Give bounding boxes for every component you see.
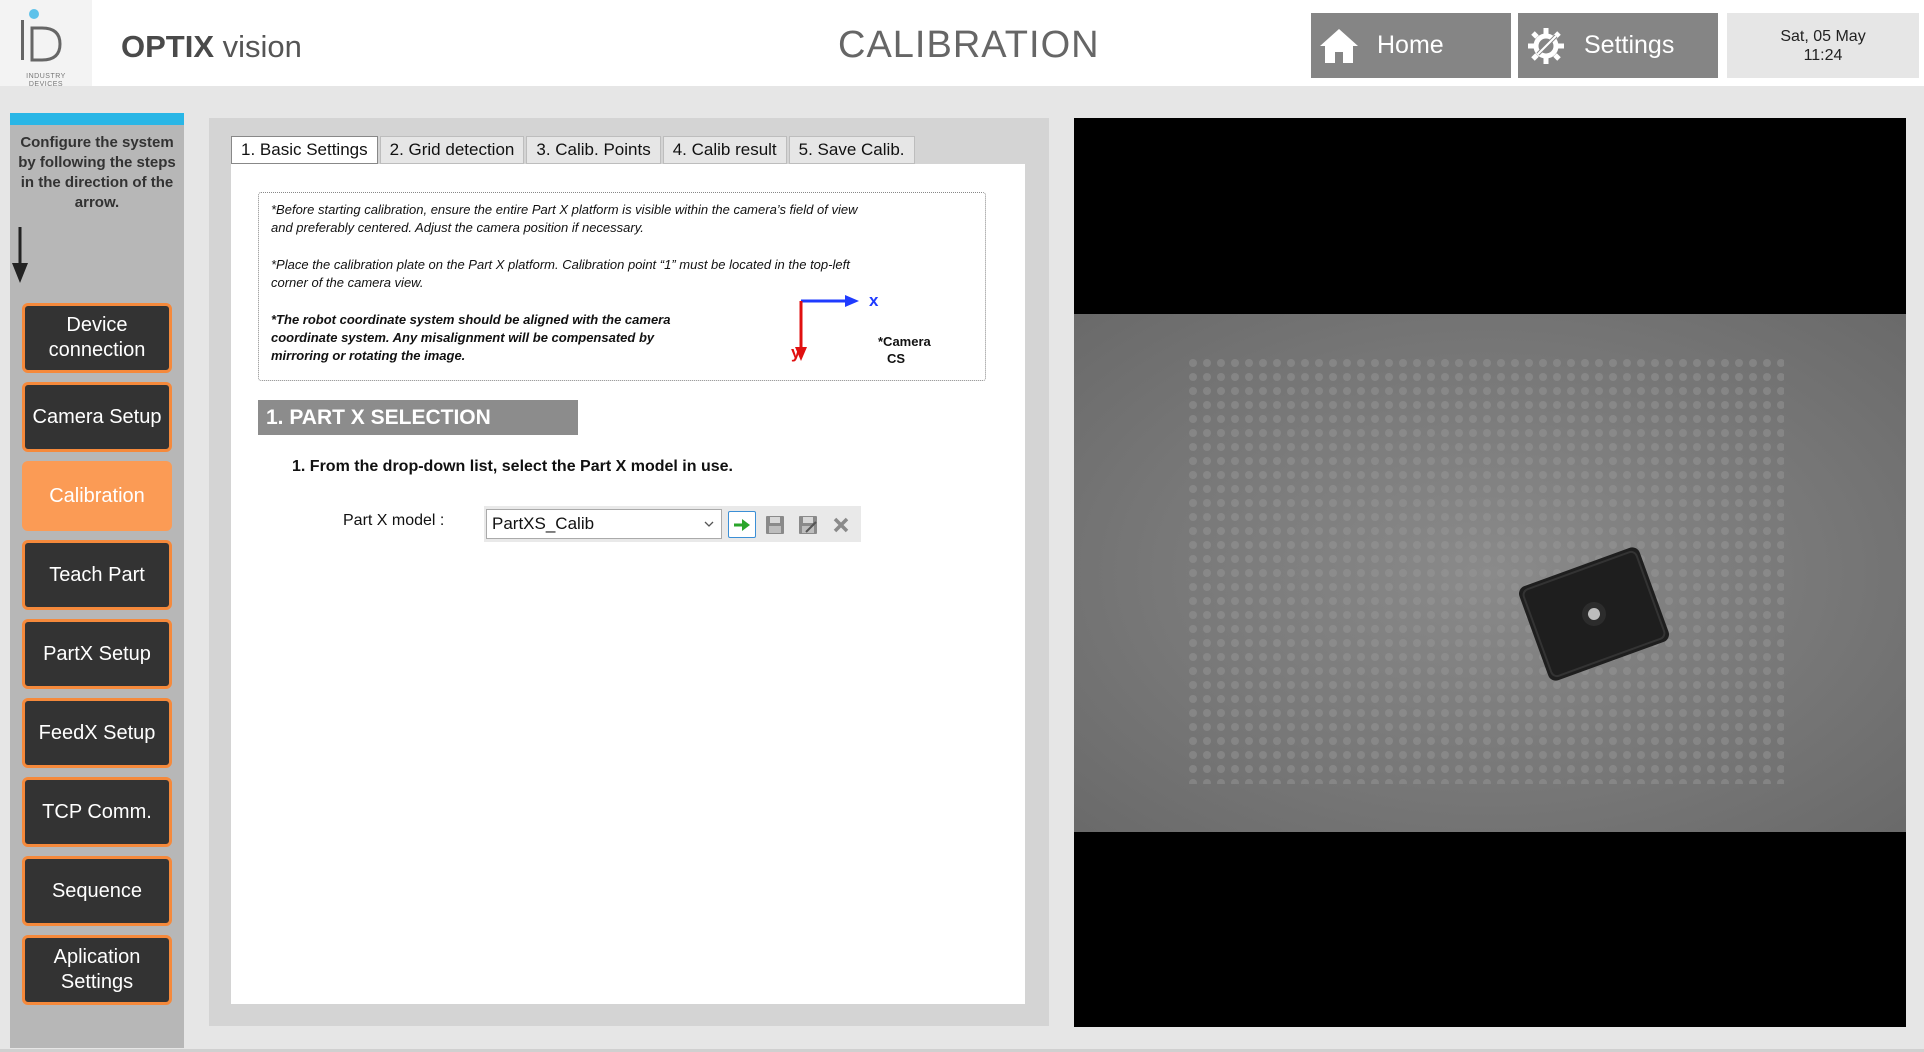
part-model-value: PartXS_Calib (492, 514, 595, 533)
camera-cs-line2: CS (887, 351, 906, 366)
sidebar-item-camera-setup[interactable]: Camera Setup (22, 382, 172, 452)
note-line: corner of the camera view. (271, 275, 424, 290)
floppy-edit-icon (799, 515, 817, 534)
sidebar-item-device-connection[interactable]: Device connection (22, 303, 172, 373)
date-text: Sat, 05 May (1780, 28, 1866, 45)
instructions-box: *Before starting calibration, ensure the… (258, 192, 986, 381)
tab-grid-detection[interactable]: 2. Grid detection (379, 136, 525, 164)
section-title: 1. PART X SELECTION (258, 400, 578, 435)
note-line: mirroring or rotating the image. (271, 348, 466, 363)
axis-x-label: x (869, 291, 879, 310)
sidebar-item-partx-setup[interactable]: PartX Setup (22, 619, 172, 689)
sidebar-item-calibration[interactable]: Calibration (22, 461, 172, 531)
sidebar-stripe (10, 113, 184, 125)
home-icon (1315, 22, 1363, 70)
save-as-model-button[interactable] (794, 511, 822, 538)
calibration-panel: 1. Basic Settings 2. Grid detection 3. C… (209, 118, 1049, 1026)
home-button[interactable]: Home (1311, 13, 1511, 78)
header-bar: INDUSTRY DEVICES OPTIX vision CALIBRATIO… (0, 0, 1924, 86)
tab-content: *Before starting calibration, ensure the… (231, 164, 1025, 1004)
logo-text: INDUSTRY DEVICES (26, 73, 66, 86)
save-model-button[interactable] (761, 511, 789, 538)
tab-save-calib[interactable]: 5. Save Calib. (788, 136, 915, 164)
sidebar-instructions: Configure the system by following the st… (18, 134, 176, 211)
section-instruction: 1. From the drop-down list, select the P… (292, 458, 733, 475)
sidebar-item-application-settings[interactable]: Aplication Settings (22, 935, 172, 1005)
note-line: *Place the calibration plate on the Part… (271, 257, 850, 272)
note-line: *Before starting calibration, ensure the… (271, 202, 858, 217)
datetime: Sat, 05 May 11:24 (1727, 13, 1919, 78)
note-line: coordinate system. Any misalignment will… (271, 330, 655, 345)
gear-wrench-icon (1522, 22, 1570, 70)
page-title: CALIBRATION (838, 24, 1100, 66)
part-model-label: Part X model : (343, 512, 445, 529)
camera-image (1074, 314, 1906, 832)
part-model-select[interactable]: PartXS_Calib (486, 509, 722, 539)
app-name-bold: OPTIX (121, 29, 215, 64)
app-name: OPTIX vision (121, 29, 302, 65)
sidebar-item-tcp-comm[interactable]: TCP Comm. (22, 777, 172, 847)
camera-view[interactable] (1074, 118, 1906, 1027)
load-model-button[interactable] (728, 511, 756, 538)
tab-calib-points[interactable]: 3. Calib. Points (526, 136, 661, 164)
sidebar: Configure the system by following the st… (10, 113, 184, 1048)
logo: INDUSTRY DEVICES (0, 0, 92, 86)
settings-button[interactable]: Settings (1518, 13, 1718, 78)
tab-basic-settings[interactable]: 1. Basic Settings (231, 136, 378, 164)
delete-model-button[interactable] (827, 511, 855, 538)
note-line: and preferably centered. Adjust the came… (271, 220, 644, 235)
tab-bar: 1. Basic Settings 2. Grid detection 3. C… (231, 136, 917, 164)
app-name-rest: vision (214, 29, 302, 64)
tab-calib-result[interactable]: 4. Calib result (662, 136, 787, 164)
floppy-icon (766, 515, 784, 534)
note-line: *The robot coordinate system should be a… (271, 312, 671, 327)
part-model-group: PartXS_Calib (484, 506, 861, 542)
close-icon (833, 517, 849, 532)
camera-cs-label: *Camera CS (878, 333, 931, 367)
camera-cs-line1: *Camera (878, 334, 931, 349)
sidebar-item-sequence[interactable]: Sequence (22, 856, 172, 926)
chevron-down-icon (704, 521, 714, 527)
settings-label: Settings (1584, 31, 1675, 59)
logo-icon (21, 9, 62, 62)
arrow-down-icon (12, 227, 28, 283)
sidebar-item-teach-part[interactable]: Teach Part (22, 540, 172, 610)
time-text: 11:24 (1803, 47, 1843, 64)
axis-y-label: y (791, 343, 801, 362)
home-label: Home (1377, 31, 1444, 59)
sidebar-item-feedx-setup[interactable]: FeedX Setup (22, 698, 172, 768)
arrow-right-icon (734, 518, 750, 531)
